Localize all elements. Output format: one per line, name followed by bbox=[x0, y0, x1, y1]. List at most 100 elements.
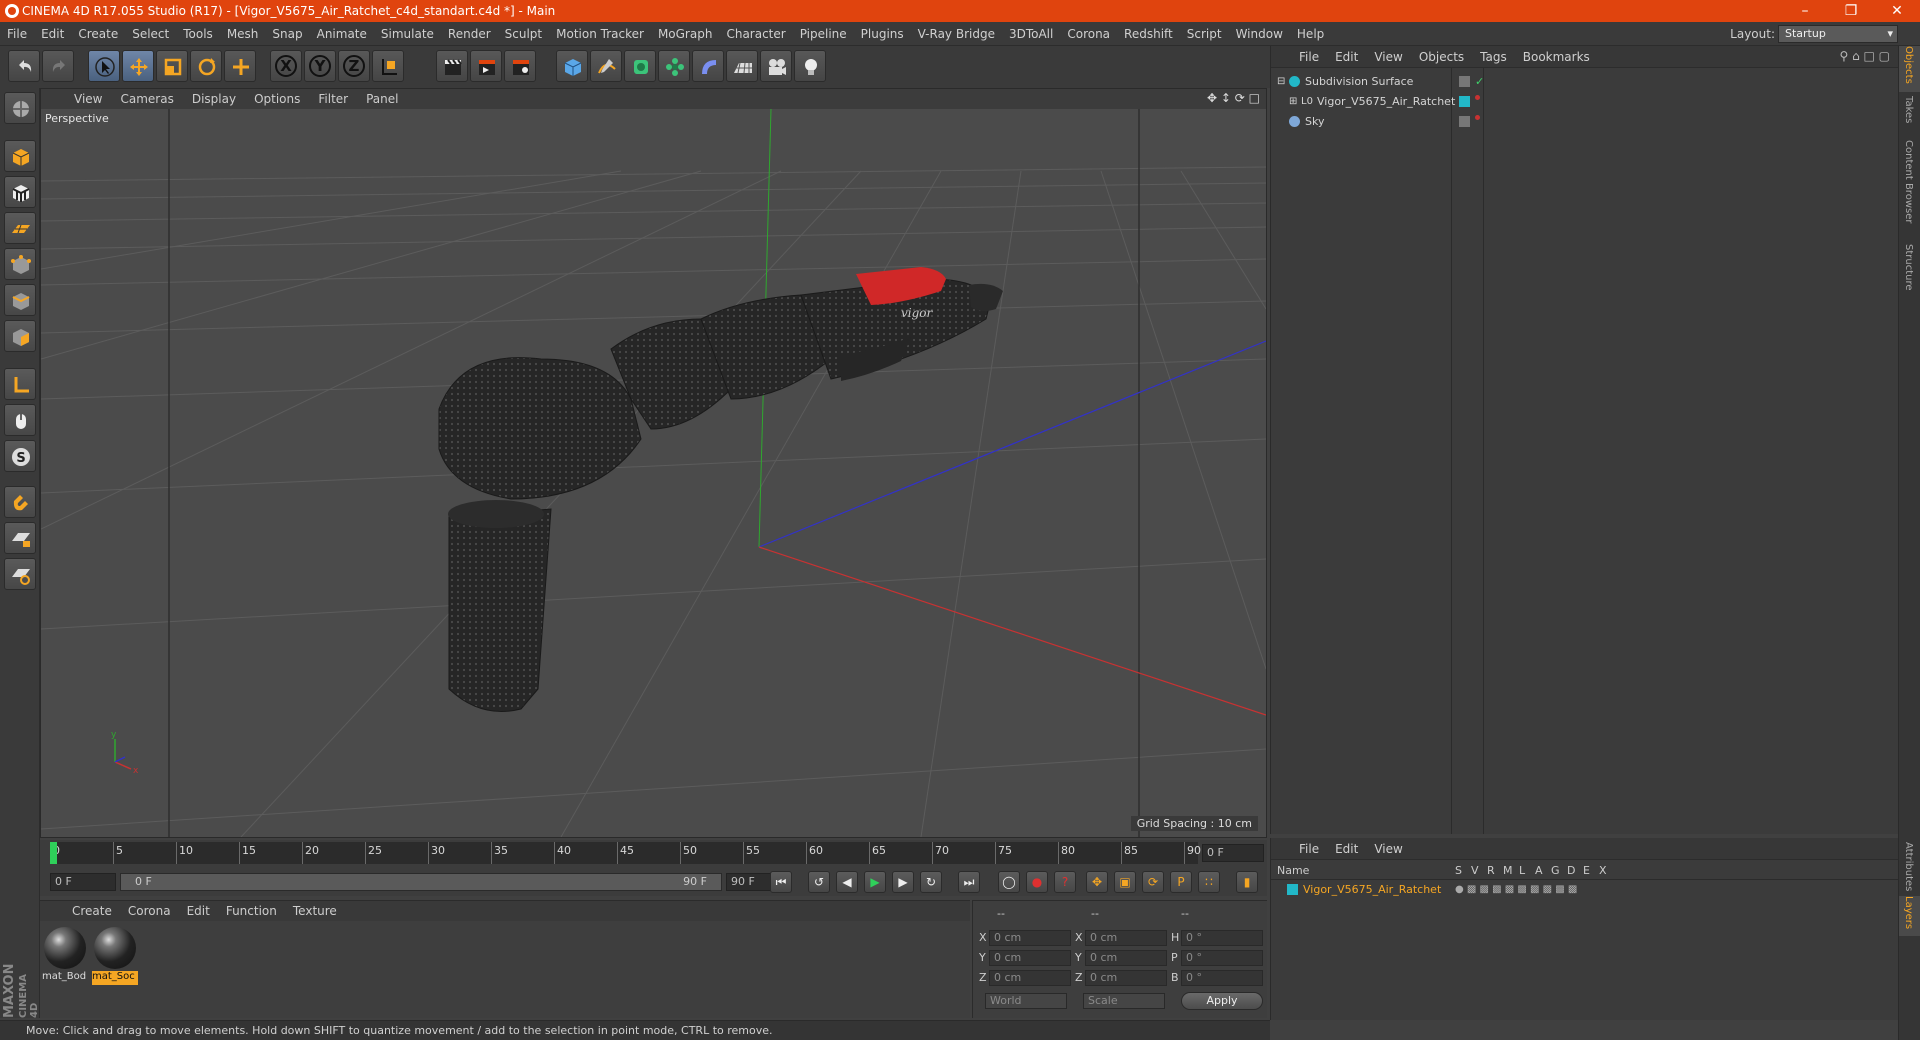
layer-menu-file[interactable]: File bbox=[1291, 842, 1327, 856]
pos-y-field[interactable]: 0 cm bbox=[989, 950, 1071, 966]
obj-menu-view[interactable]: View bbox=[1366, 50, 1410, 64]
coordinate-system-button[interactable] bbox=[372, 50, 404, 82]
rot-p-field[interactable]: 0 ° bbox=[1181, 950, 1263, 966]
rot-h-field[interactable]: 0 ° bbox=[1181, 930, 1263, 946]
edges-mode-button[interactable] bbox=[4, 284, 36, 316]
key-pla-button[interactable]: ∷ bbox=[1198, 871, 1220, 893]
range-slider[interactable]: 0 F 90 F bbox=[120, 873, 722, 891]
render-picture-viewer-button[interactable] bbox=[470, 50, 502, 82]
menu-plugins[interactable]: Plugins bbox=[854, 27, 911, 41]
go-to-end-button[interactable]: ⏭ bbox=[958, 871, 980, 893]
tab-objects[interactable]: Objects bbox=[1899, 46, 1920, 92]
menu-window[interactable]: Window bbox=[1229, 27, 1290, 41]
material-swatch-selected[interactable]: mat_Soc bbox=[92, 927, 138, 985]
minimize-icon[interactable]: – bbox=[1782, 0, 1828, 22]
vp-menu-filter[interactable]: Filter bbox=[309, 92, 357, 106]
axis-y-button[interactable]: Y bbox=[304, 50, 336, 82]
tweak-mode-button[interactable] bbox=[4, 404, 36, 436]
magnet-button[interactable] bbox=[4, 486, 36, 518]
layer-menu-edit[interactable]: Edit bbox=[1327, 842, 1366, 856]
go-to-start-button[interactable]: ⏮ bbox=[770, 871, 792, 893]
menu-corona[interactable]: Corona bbox=[1060, 27, 1117, 41]
key-scale-button[interactable]: ▣ bbox=[1114, 871, 1136, 893]
live-selection-button[interactable] bbox=[88, 50, 120, 82]
menu-motion-tracker[interactable]: Motion Tracker bbox=[549, 27, 651, 41]
axis-x-button[interactable]: X bbox=[270, 50, 302, 82]
collapse-icon[interactable]: ⊟ bbox=[1277, 72, 1285, 91]
pos-x-field[interactable]: 0 cm bbox=[989, 930, 1071, 946]
size-z-field[interactable]: 0 cm bbox=[1085, 970, 1167, 986]
size-y-field[interactable]: 0 cm bbox=[1085, 950, 1167, 966]
menu-snap[interactable]: Snap bbox=[265, 27, 309, 41]
menu-tools[interactable]: Tools bbox=[176, 27, 220, 41]
tab-content-browser[interactable]: Content Browser bbox=[1899, 140, 1920, 240]
layout-select[interactable]: Startup ▾ bbox=[1778, 25, 1898, 43]
menu-create[interactable]: Create bbox=[71, 27, 125, 41]
menu-character[interactable]: Character bbox=[719, 27, 792, 41]
material-swatch[interactable]: mat_Bod bbox=[42, 927, 88, 985]
mat-menu-edit[interactable]: Edit bbox=[179, 904, 218, 918]
scale-mode-select[interactable]: Scale bbox=[1083, 993, 1165, 1009]
mat-menu-function[interactable]: Function bbox=[218, 904, 285, 918]
polygons-mode-button[interactable] bbox=[4, 320, 36, 352]
tab-structure[interactable]: Structure bbox=[1899, 244, 1920, 294]
object-manager-search-icons[interactable]: ⚲ ⌂ □ ▢ bbox=[1839, 49, 1890, 63]
scale-tool-button[interactable] bbox=[156, 50, 188, 82]
key-rotation-button[interactable]: ⟳ bbox=[1142, 871, 1164, 893]
pos-z-field[interactable]: 0 cm bbox=[989, 970, 1071, 986]
mat-menu-create[interactable]: Create bbox=[64, 904, 120, 918]
mat-menu-texture[interactable]: Texture bbox=[285, 904, 345, 918]
lock-workplane-button[interactable] bbox=[4, 522, 36, 554]
enabled-check-icon[interactable]: ✓ bbox=[1475, 72, 1484, 91]
menu-animate[interactable]: Animate bbox=[310, 27, 374, 41]
next-key-button[interactable]: ↻ bbox=[920, 871, 942, 893]
pen-spline-button[interactable] bbox=[590, 50, 622, 82]
texture-mode-button[interactable] bbox=[4, 176, 36, 208]
menu-render[interactable]: Render bbox=[441, 27, 498, 41]
restore-icon[interactable]: ❐ bbox=[1828, 0, 1874, 22]
viewport[interactable]: View Cameras Display Options Filter Pane… bbox=[40, 88, 1267, 838]
motion-path-button[interactable]: ◯ bbox=[998, 871, 1020, 893]
size-x-field[interactable]: 0 cm bbox=[1085, 930, 1167, 946]
menu-help[interactable]: Help bbox=[1290, 27, 1331, 41]
obj-menu-tags[interactable]: Tags bbox=[1472, 50, 1515, 64]
tab-layers[interactable]: Layers bbox=[1899, 896, 1920, 936]
render-settings-button[interactable] bbox=[504, 50, 536, 82]
object-row[interactable]: ⊞ L0 Vigor_V5675_Air_Ratchet bbox=[1271, 92, 1898, 111]
timeline-layout-button[interactable]: ▮ bbox=[1236, 871, 1258, 893]
menu-pipeline[interactable]: Pipeline bbox=[793, 27, 854, 41]
object-row[interactable]: Sky bbox=[1271, 112, 1898, 131]
menu-select[interactable]: Select bbox=[125, 27, 176, 41]
obj-menu-edit[interactable]: Edit bbox=[1327, 50, 1366, 64]
render-view-button[interactable] bbox=[436, 50, 468, 82]
vp-menu-options[interactable]: Options bbox=[245, 92, 309, 106]
snap-button[interactable]: S bbox=[4, 440, 36, 472]
menu-mograph[interactable]: MoGraph bbox=[651, 27, 720, 41]
prev-key-button[interactable]: ↺ bbox=[808, 871, 830, 893]
obj-menu-bookmarks[interactable]: Bookmarks bbox=[1515, 50, 1598, 64]
transform-tool-button[interactable] bbox=[224, 50, 256, 82]
tab-takes[interactable]: Takes bbox=[1899, 96, 1920, 136]
tab-attributes[interactable]: Attributes bbox=[1899, 842, 1920, 892]
menu-file[interactable]: File bbox=[0, 27, 34, 41]
mat-menu-corona[interactable]: Corona bbox=[120, 904, 179, 918]
visibility-dot-icon[interactable] bbox=[1475, 95, 1480, 100]
apply-button[interactable]: Apply bbox=[1181, 992, 1263, 1010]
rot-b-field[interactable]: 0 ° bbox=[1181, 970, 1263, 986]
vp-menu-display[interactable]: Display bbox=[183, 92, 245, 106]
start-frame-field[interactable]: 0 F bbox=[50, 873, 116, 891]
layer-color-icon[interactable] bbox=[1459, 96, 1470, 107]
menu-3dtoall[interactable]: 3DToAll bbox=[1002, 27, 1060, 41]
expand-icon[interactable]: ⊞ bbox=[1289, 92, 1297, 111]
workplane-mode-button[interactable] bbox=[4, 212, 36, 244]
next-frame-button[interactable]: ▶ bbox=[892, 871, 914, 893]
menu-vray-bridge[interactable]: V-Ray Bridge bbox=[911, 27, 1002, 41]
key-position-button[interactable]: ✥ bbox=[1086, 871, 1108, 893]
menu-mesh[interactable]: Mesh bbox=[220, 27, 266, 41]
viewport-nav-icons[interactable]: ✥ ↕ ⟳ □ bbox=[1207, 91, 1260, 105]
move-tool-button[interactable] bbox=[122, 50, 154, 82]
layer-row[interactable]: Vigor_V5675_Air_Ratchet ● ▩ ▩ ▩ ▩ ▩ ▩ ▩ … bbox=[1271, 880, 1898, 899]
menu-sculpt[interactable]: Sculpt bbox=[498, 27, 549, 41]
workplane-align-button[interactable] bbox=[4, 558, 36, 590]
menu-edit[interactable]: Edit bbox=[34, 27, 71, 41]
